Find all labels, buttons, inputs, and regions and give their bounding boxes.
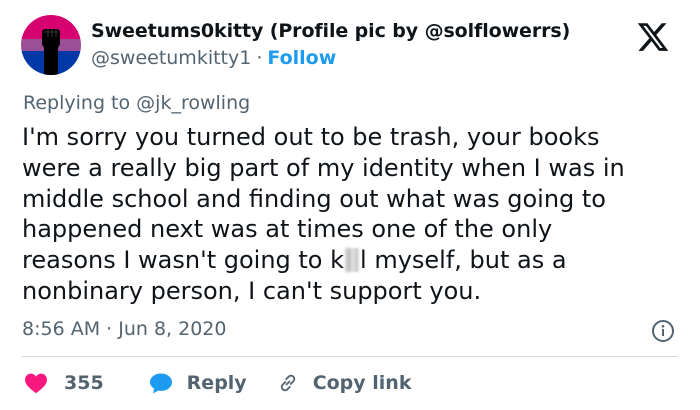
separator-dot: ·	[256, 47, 263, 69]
tweet-line: reasons I wasn't going to k l myself, but…	[22, 245, 682, 276]
user-info: Sweetums0kitty (Profile pic by @solflowe…	[91, 20, 570, 69]
follow-button[interactable]: Follow	[267, 47, 336, 69]
tweet-line: I'm sorry you turned out to be trash, yo…	[22, 123, 600, 151]
tweet-line: were a really big part of my identity wh…	[22, 153, 625, 182]
timestamp[interactable]: 8:56 AM · Jun 8, 2020	[22, 318, 226, 340]
reply-button[interactable]: Reply	[149, 372, 277, 394]
tweet-line: middle school and finding out what was g…	[22, 184, 606, 213]
reply-bubble-icon	[149, 373, 172, 394]
handle-row: @sweetumkitty1 · Follow	[91, 47, 570, 69]
reply-context: Replying to @jk_rowling	[23, 92, 250, 114]
raised-fist-icon	[21, 15, 81, 75]
action-bar: 355 Reply Copy link	[24, 370, 411, 396]
tweet-line: happened next was at times one of the on…	[22, 215, 553, 244]
like-button[interactable]: 355	[24, 372, 149, 394]
tweet-line: nonbinary person, I can't support you.	[22, 276, 482, 305]
avatar[interactable]	[21, 15, 81, 75]
copy-link-button[interactable]: Copy link	[277, 372, 412, 394]
tweet-line-part: l myself, but as a	[360, 246, 567, 275]
tweet-line-part: reasons I wasn't going to k	[22, 246, 345, 275]
divider	[22, 356, 678, 357]
copy-link-label: Copy link	[312, 372, 412, 394]
user-handle[interactable]: @sweetumkitty1	[91, 47, 251, 69]
x-logo-icon[interactable]	[636, 20, 670, 54]
tweet-text: I'm sorry you turned out to be trash, yo…	[22, 122, 682, 307]
censor-blur	[345, 248, 360, 273]
heart-icon	[25, 373, 47, 394]
reply-label: Reply	[186, 372, 247, 394]
info-icon[interactable]	[651, 319, 675, 343]
reply-prefix: Replying to	[23, 92, 131, 114]
like-count: 355	[64, 372, 104, 394]
link-icon	[280, 374, 295, 392]
display-name[interactable]: Sweetums0kitty (Profile pic by @solflowe…	[91, 20, 570, 42]
reply-mention[interactable]: @jk_rowling	[136, 92, 250, 114]
tweet-card: Sweetums0kitty (Profile pic by @solflowe…	[0, 0, 700, 410]
